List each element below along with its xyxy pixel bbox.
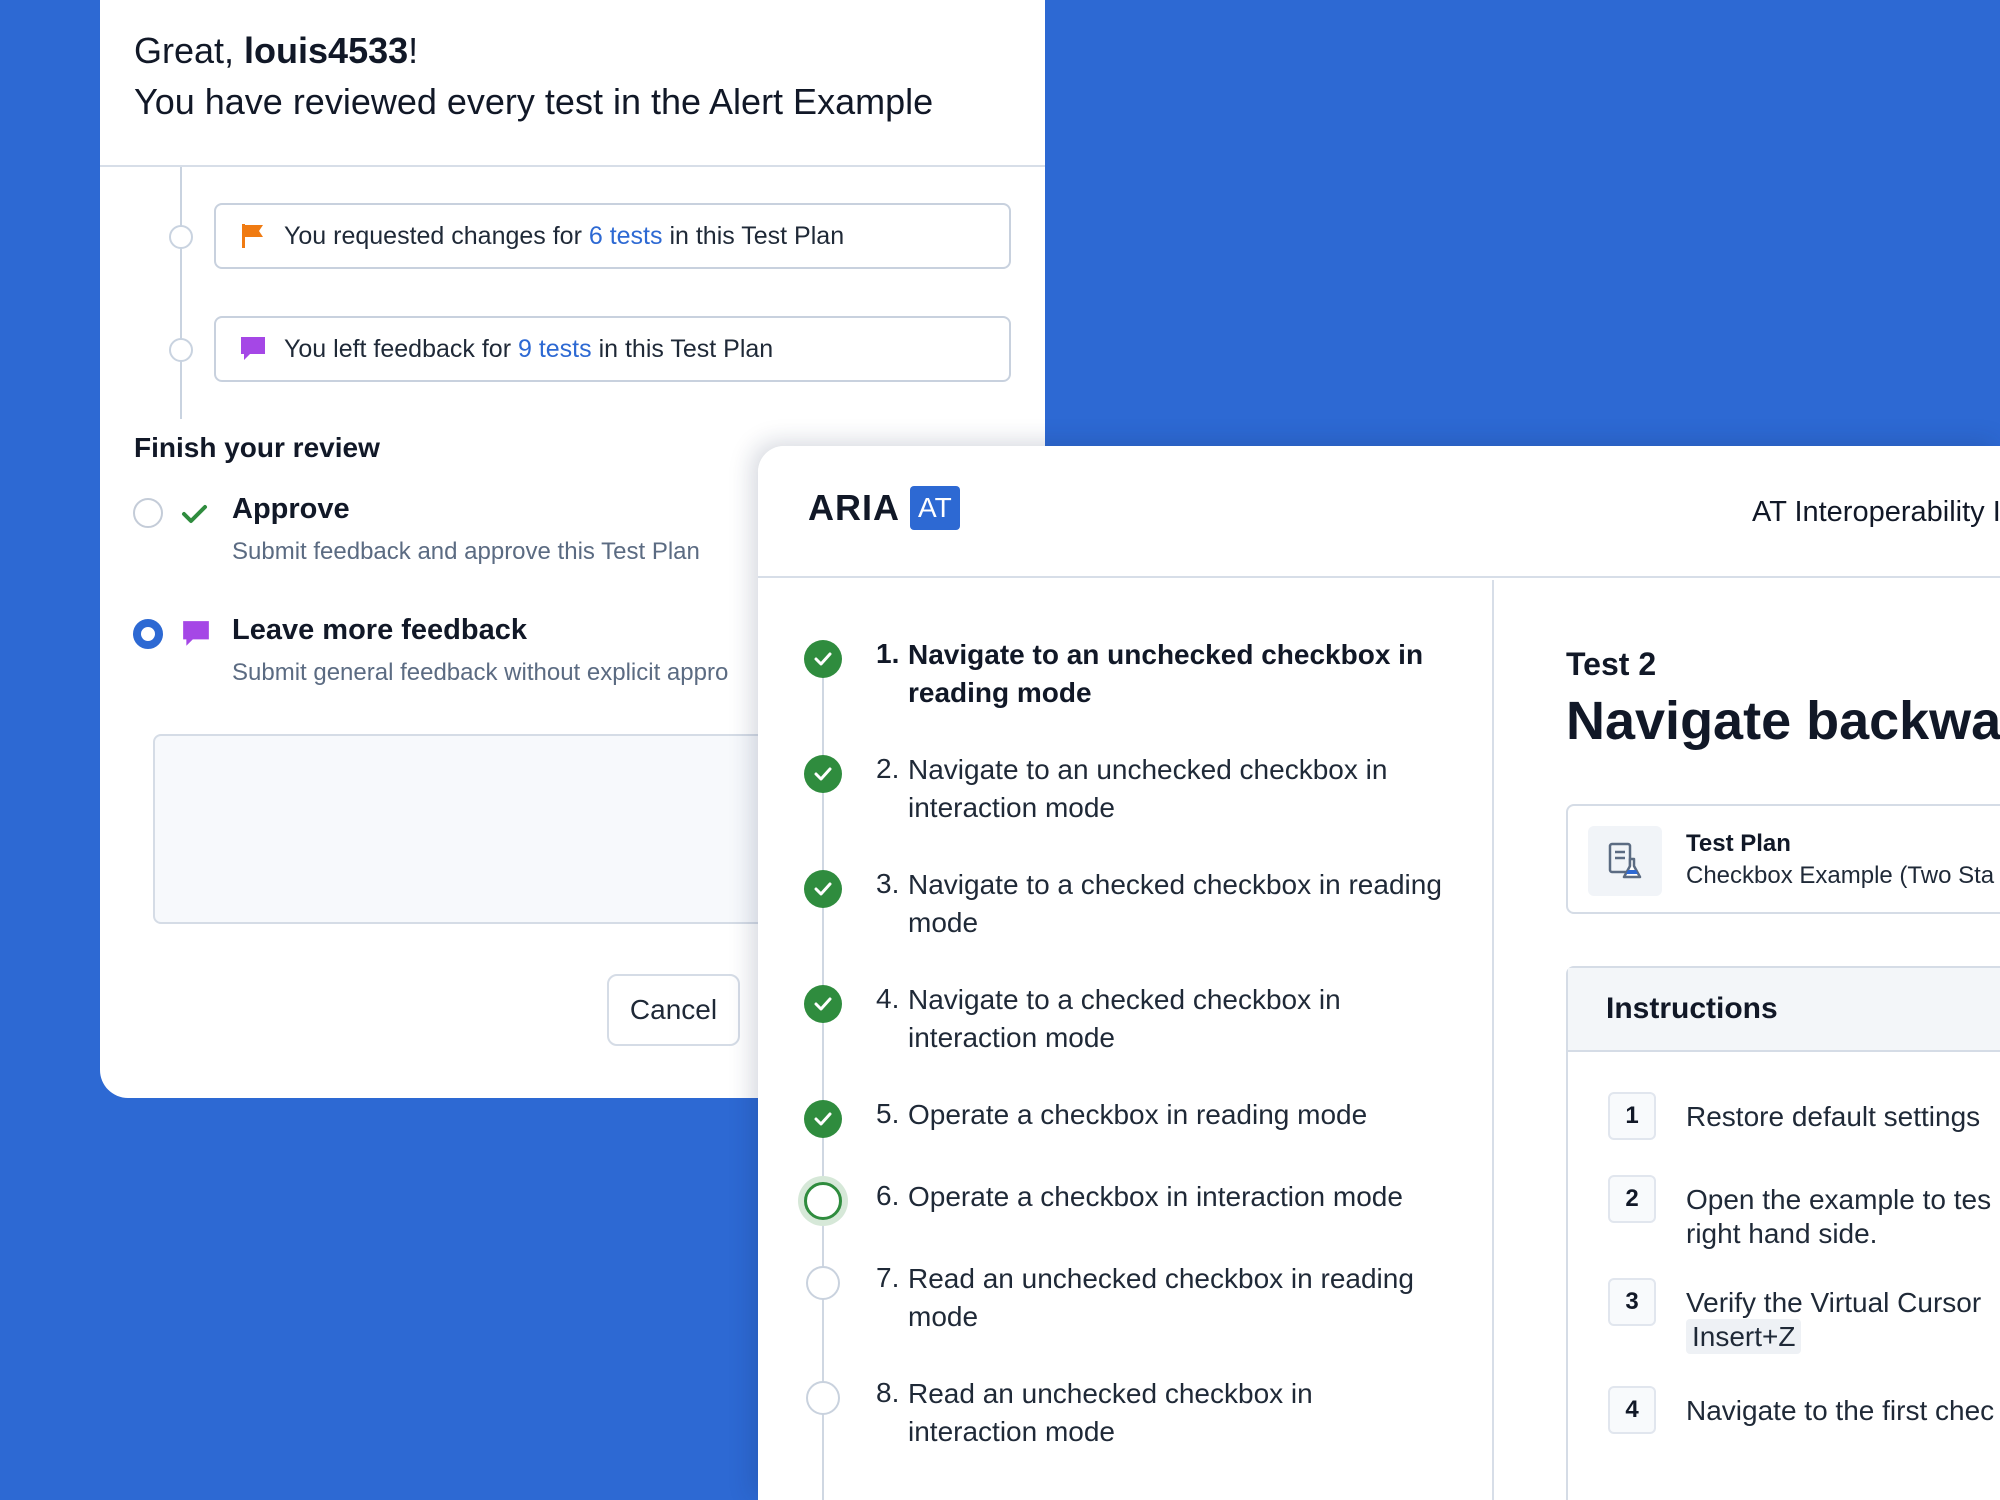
site-title: AT Interoperability I xyxy=(1752,496,2000,528)
instruction-line: right hand side. xyxy=(1686,1218,1878,1249)
check-circle-icon xyxy=(804,985,842,1023)
check-circle-icon xyxy=(804,1100,842,1138)
leave-feedback-label[interactable]: Leave more feedback xyxy=(232,614,527,647)
instruction-text: Verify the Virtual Cursor Insert+Z xyxy=(1686,1286,2000,1354)
document-flask-icon xyxy=(1588,826,1662,896)
step-number: 8. xyxy=(876,1377,900,1408)
timeline-dot xyxy=(169,225,193,249)
test-list-sidebar: 1. Navigate to an unchecked checkbox in … xyxy=(758,580,1494,1500)
instruction-text: Restore default settings xyxy=(1686,1101,1981,1132)
approve-description: Submit feedback and approve this Test Pl… xyxy=(232,538,700,565)
app-header: ARIA AT AT Interoperability I xyxy=(758,446,2000,578)
approve-radio[interactable] xyxy=(133,498,163,528)
feedback-summary: You left feedback for 9 tests in this Te… xyxy=(214,316,1011,382)
step-number: 3. xyxy=(876,868,900,899)
aria-at-logo[interactable]: ARIA AT xyxy=(808,486,960,530)
step-text: Navigate to an unchecked checkbox in rea… xyxy=(908,639,1424,708)
requested-changes-summary: You requested changes for 6 tests in thi… xyxy=(214,203,1011,269)
flag-icon xyxy=(238,221,268,251)
step-text: Navigate to a checked checkbox in readin… xyxy=(908,869,1442,938)
speech-bubble-icon xyxy=(238,334,268,364)
step-number: 4. xyxy=(876,983,900,1014)
step-number: 5. xyxy=(876,1098,900,1129)
feedback-textarea[interactable] xyxy=(153,734,793,924)
current-step-circle-icon xyxy=(804,1182,842,1220)
instruction-line: Verify the Virtual Cursor xyxy=(1686,1287,1982,1318)
step-number: 7. xyxy=(876,1262,900,1293)
instruction-line: Open the example to tes xyxy=(1686,1184,1992,1215)
test-label: Test 2 xyxy=(1566,646,1657,682)
step-text: Navigate to a checked checkbox in intera… xyxy=(908,984,1341,1053)
empty-circle-icon xyxy=(806,1266,840,1300)
test-run-window: ARIA AT AT Interoperability I 1. Navigat… xyxy=(758,446,2000,1500)
greeting-suffix: ! xyxy=(408,30,419,71)
instruction-number: 3 xyxy=(1608,1278,1656,1326)
approve-label[interactable]: Approve xyxy=(232,493,350,526)
test-plan-card: Test Plan Checkbox Example (Two Sta xyxy=(1566,804,2000,914)
instruction-text: Open the example to tes right hand side. xyxy=(1686,1183,2000,1251)
greeting-prefix: Great, xyxy=(134,30,245,71)
summary-text: in this Test Plan xyxy=(591,334,774,363)
keyboard-shortcut: Insert+Z xyxy=(1686,1319,1802,1354)
modal-header: Great, louis4533! You have reviewed ever… xyxy=(100,0,1045,167)
step-number: 6. xyxy=(876,1180,900,1211)
step-text: Read an unchecked checkbox in reading mo… xyxy=(908,1263,1414,1332)
leave-feedback-radio[interactable] xyxy=(133,619,163,649)
check-circle-icon xyxy=(804,755,842,793)
speech-bubble-icon xyxy=(180,618,212,650)
step-text: Read an unchecked checkbox in interactio… xyxy=(908,1378,1313,1447)
summary-text: You requested changes for xyxy=(284,221,589,250)
logo-text: ARIA xyxy=(808,487,900,528)
empty-circle-icon xyxy=(806,1381,840,1415)
test-plan-value: Checkbox Example (Two Sta xyxy=(1686,862,1995,889)
tests-link[interactable]: 6 tests xyxy=(589,222,663,251)
instruction-number: 1 xyxy=(1608,1092,1656,1140)
checkmark-icon xyxy=(178,498,210,530)
instructions-title: Instructions xyxy=(1568,968,2000,1052)
logo-badge: AT xyxy=(910,486,960,530)
check-circle-icon xyxy=(804,640,842,678)
leave-feedback-description: Submit general feedback without explicit… xyxy=(232,659,729,686)
finish-review-title: Finish your review xyxy=(134,432,380,463)
instruction-text: Navigate to the first chec xyxy=(1686,1395,1995,1426)
step-number: 2. xyxy=(876,753,900,784)
check-circle-icon xyxy=(804,870,842,908)
summary-timeline-line xyxy=(180,167,182,419)
tests-link[interactable]: 9 tests xyxy=(518,335,592,364)
step-text: Navigate to an unchecked checkbox in int… xyxy=(908,754,1388,823)
timeline-dot xyxy=(169,338,193,362)
summary-text: in this Test Plan xyxy=(662,221,845,250)
step-text: Operate a checkbox in interaction mode xyxy=(908,1181,1403,1212)
review-complete-message: You have reviewed every test in the Aler… xyxy=(134,81,934,122)
instruction-number: 2 xyxy=(1608,1175,1656,1223)
cancel-button[interactable]: Cancel xyxy=(607,974,740,1046)
username: louis4533 xyxy=(244,30,409,71)
test-plan-label: Test Plan xyxy=(1686,830,1791,857)
instruction-number: 4 xyxy=(1608,1386,1656,1434)
instructions-panel: Instructions 1 Restore default settings … xyxy=(1566,966,2000,1500)
greeting: Great, louis4533! xyxy=(134,28,1011,74)
step-number: 1. xyxy=(876,638,900,669)
test-content: Test 2 Navigate backwar Test Plan Checkb… xyxy=(1496,580,2000,1500)
test-title: Navigate backwar xyxy=(1566,691,2000,751)
step-text: Operate a checkbox in reading mode xyxy=(908,1099,1368,1130)
summary-text: You left feedback for xyxy=(284,334,518,363)
